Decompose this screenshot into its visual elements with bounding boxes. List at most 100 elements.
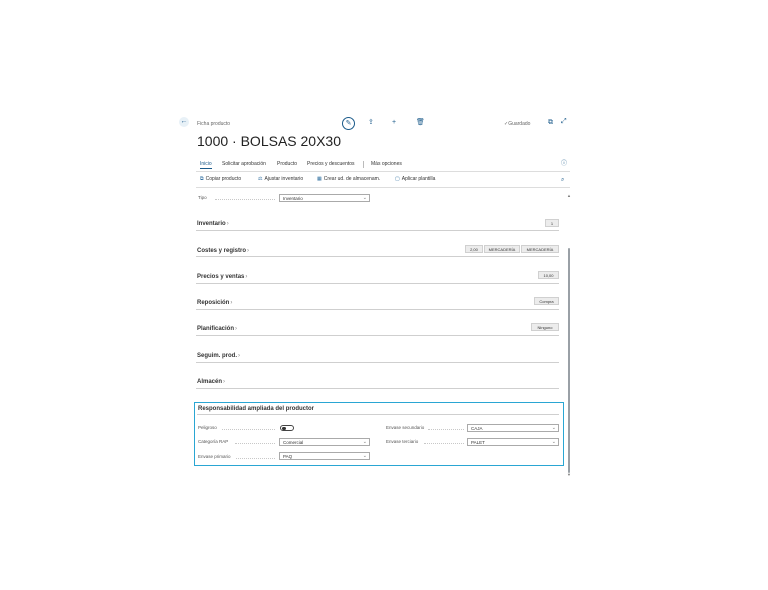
add-icon[interactable]: + <box>392 119 396 127</box>
epr-section-title[interactable]: Responsabilidad ampliada del productor <box>198 406 314 412</box>
chevron-down-icon: ⌄ <box>551 439 556 445</box>
costes-summary-3: MERCADERÍA <box>521 245 559 253</box>
tipo-label: Tipo <box>198 195 207 200</box>
section-title: Reposición <box>197 300 230 306</box>
chevron-right-icon: › <box>223 379 226 385</box>
chevron-right-icon: › <box>247 248 250 254</box>
categoria-rap-value: Comercial <box>283 440 304 445</box>
tab-producto[interactable]: Producto <box>277 161 297 167</box>
chevron-right-icon: › <box>238 353 241 359</box>
tabs-divider <box>196 171 570 172</box>
dotted-leader <box>215 199 275 200</box>
action-bar: ⧉ Copiar producto ⚖ Ajustar inventario ▦ Cr… <box>200 176 560 185</box>
section-precios-ventas[interactable]: Precios y ventas› <box>197 274 247 280</box>
section-planificacion[interactable]: Planificación› <box>197 326 237 332</box>
page-caption: Ficha producto <box>197 121 231 127</box>
chevron-right-icon: › <box>230 300 233 306</box>
section-title: Planificación <box>197 326 235 332</box>
envase-secundario-value: CAJA <box>471 426 483 431</box>
costes-summary-1: 2,00 <box>465 245 483 253</box>
section-title: Almacén <box>197 379 223 385</box>
tab-divider <box>363 161 364 168</box>
envase-primario-select[interactable]: PAQ ⌄ <box>279 452 370 460</box>
scroll-up-icon[interactable]: ▲ <box>567 193 571 198</box>
planificacion-summary: Ninguno <box>531 323 559 331</box>
info-icon[interactable]: ⓘ <box>561 160 567 168</box>
tab-mas-opciones[interactable]: Más opciones <box>371 161 402 167</box>
open-new-window-icon[interactable]: ⧉ <box>548 119 553 127</box>
create-sku-action[interactable]: ▦ Crear ud. de almacenam. <box>317 176 380 182</box>
section-divider <box>196 388 559 389</box>
apply-template-action[interactable]: ▢ Aplicar plantilla <box>395 176 435 182</box>
tipo-select[interactable]: Inventario ⌄ <box>279 194 370 202</box>
adjust-inventory-action[interactable]: ⚖ Ajustar inventario <box>258 176 303 182</box>
back-arrow-icon[interactable]: ← <box>179 117 189 127</box>
section-divider <box>196 362 559 363</box>
section-seguim-prod[interactable]: Seguim. prod.› <box>197 353 240 359</box>
action-label: Crear ud. de almacenam. <box>323 176 381 182</box>
edit-pencil-icon[interactable]: ✎ <box>342 117 355 130</box>
action-label: Ajustar inventario <box>264 176 304 182</box>
section-title: Seguim. prod. <box>197 353 238 359</box>
action-label: Aplicar plantilla <box>401 176 436 182</box>
dotted-leader <box>424 443 464 444</box>
saved-status: ✓Guardado <box>504 121 531 127</box>
dotted-leader <box>222 429 275 430</box>
envase-primario-value: PAQ <box>283 454 293 459</box>
section-title: Costes y registro <box>197 248 247 254</box>
chevron-down-icon: ⌄ <box>362 439 367 445</box>
chevron-down-icon: ⌄ <box>551 425 556 431</box>
chevron-right-icon: › <box>235 326 238 332</box>
section-reposicion[interactable]: Reposición› <box>197 300 232 306</box>
section-divider <box>196 309 559 310</box>
section-costes-registro[interactable]: Costes y registro› <box>197 248 249 254</box>
chevron-right-icon: › <box>226 221 229 227</box>
envase-terciario-label: Envase terciario <box>386 439 419 444</box>
dotted-leader <box>235 443 275 444</box>
actions-divider <box>196 187 570 188</box>
reposicion-summary: Compra <box>534 297 559 305</box>
section-divider <box>196 283 559 284</box>
envase-secundario-select[interactable]: CAJA ⌄ <box>467 424 559 432</box>
chevron-down-icon: ⌄ <box>362 195 367 201</box>
envase-terciario-select[interactable]: PALET ⌄ <box>467 438 559 446</box>
precios-summary: 10,00 <box>538 271 559 279</box>
chevron-right-icon: › <box>245 274 248 280</box>
scrollbar-thumb[interactable] <box>568 248 570 473</box>
dotted-leader <box>428 429 464 430</box>
section-almacen[interactable]: Almacén› <box>197 379 225 385</box>
tab-solicitar-aprobacion[interactable]: Solicitar aprobación <box>222 161 266 167</box>
copy-product-action[interactable]: ⧉ Copiar producto <box>200 176 241 182</box>
page-title: 1000 · BOLSAS 20X30 <box>197 133 341 149</box>
toggle-knob <box>282 426 286 431</box>
tab-inicio[interactable]: Inicio <box>200 161 212 169</box>
dotted-leader <box>236 458 275 459</box>
section-inventario[interactable]: Inventario› <box>197 221 229 227</box>
tab-precios-descuentos[interactable]: Precios y descuentos <box>307 161 355 167</box>
section-divider <box>196 230 559 231</box>
categoria-rap-select[interactable]: Comercial ⌄ <box>279 438 370 446</box>
expand-icon[interactable]: ⤢ <box>561 118 567 126</box>
adjust-icon: ⚖ <box>258 176 263 182</box>
peligroso-toggle[interactable] <box>280 425 294 431</box>
share-icon[interactable]: ⇪ <box>368 119 374 127</box>
section-divider <box>196 335 559 336</box>
copy-icon: ⧉ <box>200 176 204 182</box>
action-label: Copiar producto <box>205 176 242 182</box>
inventario-summary: 1 <box>545 219 559 227</box>
costes-summary-2: MERCADERÍA <box>484 245 520 253</box>
envase-primario-label: Envase primario <box>198 454 231 459</box>
peligroso-label: Peligroso <box>198 425 217 430</box>
delete-icon[interactable]: 🗑 <box>416 119 425 127</box>
categoria-rap-label: Categoría RAP <box>198 439 229 444</box>
grid-icon: ▦ <box>317 176 322 182</box>
template-icon: ▢ <box>395 176 400 182</box>
tipo-value: Inventario <box>283 196 303 201</box>
tab-bar: Inicio Solicitar aprobación Producto Pre… <box>200 161 570 169</box>
section-title: Inventario <box>197 221 226 227</box>
section-divider <box>197 414 559 415</box>
envase-terciario-value: PALET <box>471 440 485 445</box>
scroll-down-icon[interactable]: ▼ <box>567 472 571 477</box>
chevron-down-icon: ⌄ <box>362 453 367 459</box>
search-icon[interactable]: ⌕ <box>561 176 564 184</box>
